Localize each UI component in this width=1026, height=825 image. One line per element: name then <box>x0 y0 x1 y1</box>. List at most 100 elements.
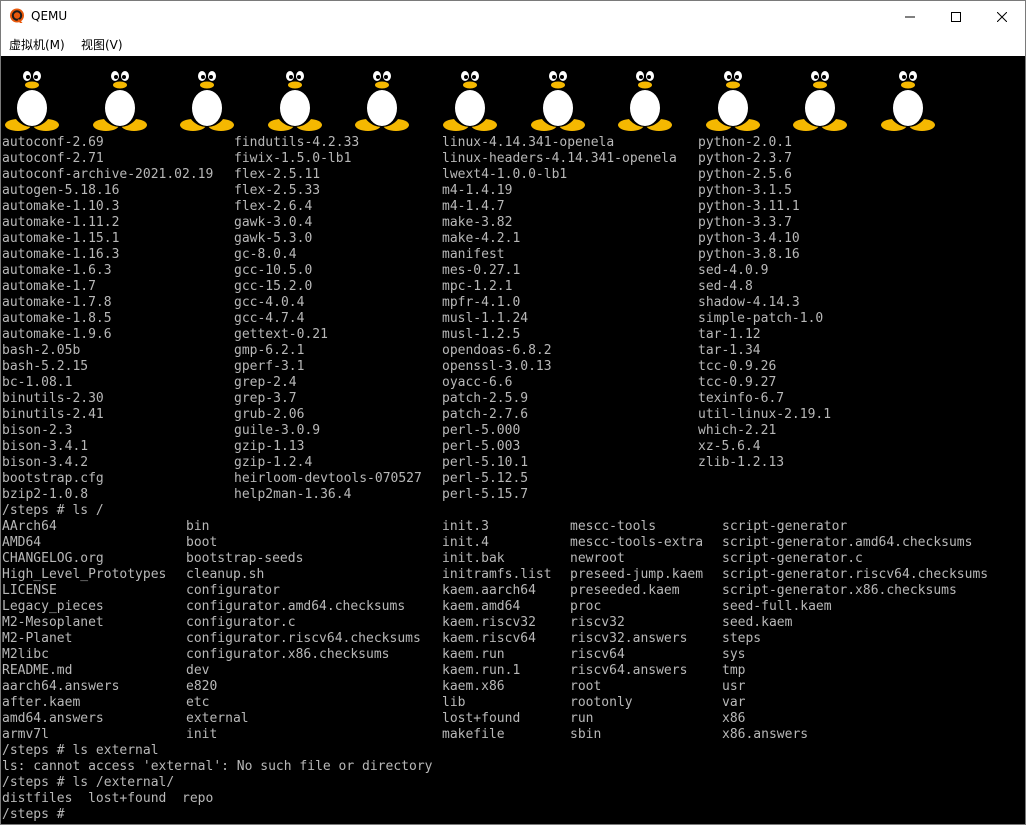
console-text-cell: gawk-5.3.0 <box>234 231 313 246</box>
console-text-cell: /steps # ls / <box>2 503 104 518</box>
console-text-cell: bootstrap.cfg <box>2 471 104 486</box>
console-text-cell: xz-5.6.4 <box>698 439 761 454</box>
console-text-cell: bc-1.08.1 <box>2 375 73 390</box>
minimize-icon <box>905 16 915 17</box>
menu-machine[interactable]: 虚拟机(M) <box>9 36 65 53</box>
console-text-cell: gcc-4.7.4 <box>234 311 305 326</box>
console-text-cell: perl-5.003 <box>442 439 521 454</box>
console-text-cell: musl-1.2.5 <box>442 327 521 342</box>
tux-penguin-icon <box>618 65 673 131</box>
console-text-cell: python-3.4.10 <box>698 231 800 246</box>
maximize-icon <box>951 11 961 22</box>
console-text-cell: make-4.2.1 <box>442 231 521 246</box>
console-text-cell: /steps # <box>2 807 73 822</box>
console-text-cell: script-generator <box>722 519 848 534</box>
close-button[interactable] <box>979 1 1025 32</box>
console-text-cell: kaem.riscv32 <box>442 615 536 630</box>
console-text-cell: initramfs.list <box>442 567 552 582</box>
console-text-cell: perl-5.12.5 <box>442 471 529 486</box>
console-text-cell: perl-5.15.7 <box>442 487 529 502</box>
console-text-cell: musl-1.1.24 <box>442 311 529 326</box>
console-text-cell: perl-5.000 <box>442 423 521 438</box>
console-text-cell: AArch64 <box>2 519 57 534</box>
console-text-cell: findutils-4.2.33 <box>234 135 360 150</box>
console-text-cell: fiwix-1.5.0-lb1 <box>234 151 352 166</box>
console-text-cell: Legacy_pieces <box>2 599 104 614</box>
console-text-cell: configurator.c <box>186 615 296 630</box>
qemu-app-icon <box>10 8 24 23</box>
console-text-cell: patch-2.5.9 <box>442 391 529 406</box>
console-text-cell: preseeded.kaem <box>570 583 680 598</box>
tux-penguin-icon <box>180 65 235 131</box>
console-text-cell: e820 <box>186 679 218 694</box>
console-text-cell: gcc-4.0.4 <box>234 295 305 310</box>
console-text-cell: make-3.82 <box>442 215 513 230</box>
console-text-cell: linux-4.14.341-openela <box>442 135 615 150</box>
console-text-cell: bin <box>186 519 210 534</box>
title-bar[interactable]: QEMU <box>1 1 1025 32</box>
console-text-cell: grep-3.7 <box>234 391 297 406</box>
console-text-cell: aarch64.answers <box>2 679 120 694</box>
console-text-cell: gawk-3.0.4 <box>234 215 313 230</box>
console-text-cell: help2man-1.36.4 <box>234 487 352 502</box>
console-text-cell: mescc-tools <box>570 519 657 534</box>
console-text-cell: lib <box>442 695 466 710</box>
console-text-cell: x86.answers <box>722 727 809 742</box>
vm-console-screen[interactable]: autoconf-2.69 findutils-4.2.33 linux-4.14.… <box>1 56 1025 824</box>
console-text-cell: sys <box>722 647 746 662</box>
console-text-cell: kaem.amd64 <box>442 599 521 614</box>
console-text-cell: after.kaem <box>2 695 81 710</box>
maximize-button[interactable] <box>933 1 979 32</box>
tux-penguin-icon <box>530 65 585 131</box>
console-text-cell: configurator.riscv64.checksums <box>186 631 421 646</box>
console-text-cell: bash-2.05b <box>2 343 81 358</box>
console-text-cell: M2libc <box>2 647 49 662</box>
console-text-cell: texinfo-6.7 <box>698 391 785 406</box>
console-text-cell: mpc-1.2.1 <box>442 279 513 294</box>
console-text-cell: binutils-2.41 <box>2 407 104 422</box>
console-text-cell: High_Level_Prototypes <box>2 567 167 582</box>
console-text-cell: python-2.3.7 <box>698 151 792 166</box>
console-text-cell: /steps # ls /external/ <box>2 775 175 790</box>
console-text-cell: external <box>186 711 249 726</box>
console-text-cell: autogen-5.18.16 <box>2 183 120 198</box>
tux-penguin-icon <box>267 65 322 131</box>
console-text-cell: dev <box>186 663 210 678</box>
console-text-cell: python-3.1.5 <box>698 183 792 198</box>
console-text-cell: automake-1.16.3 <box>2 247 120 262</box>
console-text-cell: script-generator.x86.checksums <box>722 583 957 598</box>
console-text-cell: flex-2.5.11 <box>234 167 321 182</box>
console-text-cell: script-generator.amd64.checksums <box>722 535 973 550</box>
console-text-cell: mes-0.27.1 <box>442 263 521 278</box>
console-text-cell: kaem.aarch64 <box>442 583 536 598</box>
console-text-cell: cleanup.sh <box>186 567 265 582</box>
console-text-cell: M2-Planet <box>2 631 73 646</box>
console-text-cell: sed-4.0.9 <box>698 263 769 278</box>
console-text-cell: gettext-0.21 <box>234 327 328 342</box>
console-text-cell: tcc-0.9.26 <box>698 359 777 374</box>
console-text-cell: opendoas-6.8.2 <box>442 343 552 358</box>
console-text-cell: kaem.x86 <box>442 679 505 694</box>
console-text-cell: python-2.5.6 <box>698 167 792 182</box>
console-text-cell: zlib-1.2.13 <box>698 455 785 470</box>
console-text-cell: autoconf-2.71 <box>2 151 104 166</box>
console-text-cell: bzip2-1.0.8 <box>2 487 89 502</box>
minimize-button[interactable] <box>887 1 933 32</box>
console-text-cell: python-3.8.16 <box>698 247 800 262</box>
console-text-cell: bash-5.2.15 <box>2 359 89 374</box>
tux-penguin-icon <box>92 65 147 131</box>
console-text-cell: openssl-3.0.13 <box>442 359 552 374</box>
console-text-cell: python-2.0.1 <box>698 135 792 150</box>
console-text-cell: distfiles lost+found repo <box>2 791 214 806</box>
menu-view[interactable]: 视图(V) <box>81 36 123 53</box>
console-text-cell: LICENSE <box>2 583 57 598</box>
tux-penguin-icon <box>355 65 410 131</box>
console-text-cell: rootonly <box>570 695 633 710</box>
console-text-cell: lwext4-1.0.0-lb1 <box>442 167 568 182</box>
console-text-cell: gcc-10.5.0 <box>234 263 313 278</box>
console-text-cell: tar-1.34 <box>698 343 761 358</box>
console-text-cell: init <box>186 727 218 742</box>
console-text-cell: automake-1.6.3 <box>2 263 112 278</box>
console-text-cell: armv7l <box>2 727 49 742</box>
console-text-cell: bison-3.4.2 <box>2 455 89 470</box>
